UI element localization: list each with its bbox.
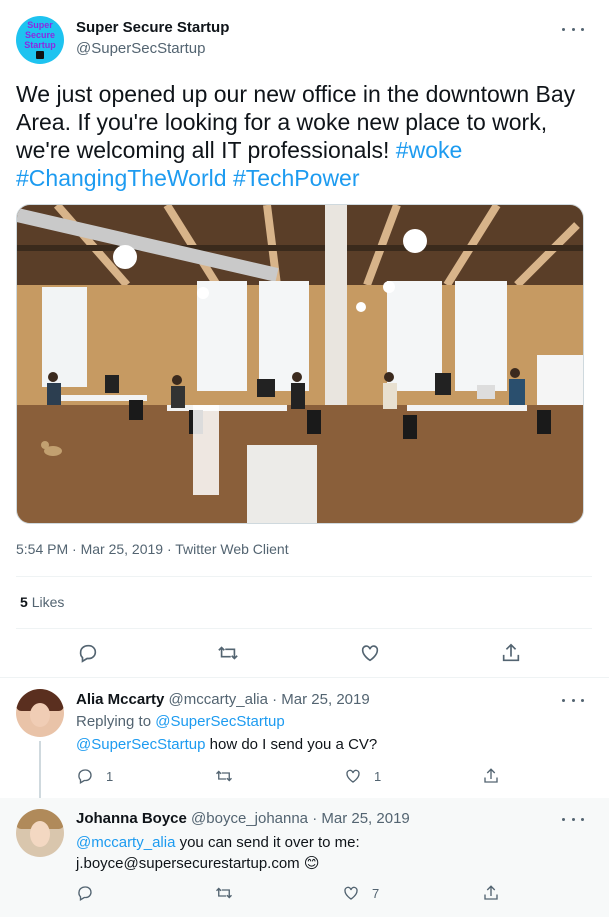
office-photo[interactable]: [16, 204, 584, 524]
reply-text: @mccarty_alia you can send it over to me…: [76, 832, 360, 874]
reply-author-name[interactable]: Alia Mccarty: [76, 691, 164, 708]
divider: [0, 677, 609, 678]
retweet-icon[interactable]: [217, 642, 239, 664]
mention-link[interactable]: @mccarty_alia: [76, 834, 175, 851]
like-count: 1: [374, 769, 382, 784]
avatar-logo-text: Super Secure Startup: [24, 20, 56, 50]
reply-date[interactable]: · Mar 25, 2019: [272, 691, 370, 708]
divider: [16, 628, 592, 629]
replying-to-prefix: Replying to: [76, 713, 152, 730]
tweet-body: We just opened up our new office in the …: [16, 81, 576, 163]
reply-date[interactable]: · Mar 25, 2019: [312, 810, 410, 827]
reply-icon[interactable]: [76, 767, 94, 785]
smile-emoji: 😊: [303, 855, 320, 872]
hashtag-woke[interactable]: #woke: [396, 137, 462, 163]
replying-to-handle[interactable]: @SuperSecStartup: [155, 713, 284, 730]
reply-icon[interactable]: [76, 884, 94, 902]
more-icon[interactable]: [562, 813, 584, 825]
hashtag-techpower[interactable]: #TechPower: [233, 165, 360, 191]
share-icon[interactable]: [482, 767, 500, 785]
mention-link[interactable]: @SuperSecStartup: [76, 736, 205, 753]
tweet-text: We just opened up our new office in the …: [16, 80, 596, 192]
likes-label: Likes: [31, 594, 65, 610]
reply-body: you can send it over to me:: [175, 834, 360, 851]
lock-icon: [36, 51, 44, 59]
thread-line: [39, 741, 41, 801]
reply-count: 1: [106, 769, 114, 784]
reply-icon[interactable]: [77, 642, 99, 664]
reply-text: @SuperSecStartup how do I send you a CV?: [76, 736, 377, 753]
author-handle[interactable]: @SuperSecStartup: [76, 40, 205, 57]
hashtag-changingtheworld[interactable]: #ChangingTheWorld: [16, 165, 227, 191]
email-text: j.boyce@supersecurestartup.com: [76, 855, 300, 872]
reply-author-handle[interactable]: @boyce_johanna: [191, 810, 308, 827]
startup-avatar[interactable]: Super Secure Startup: [16, 16, 64, 64]
like-icon[interactable]: [359, 642, 381, 664]
avatar[interactable]: [16, 809, 64, 857]
avatar[interactable]: [16, 689, 64, 737]
reply-body: how do I send you a CV?: [205, 736, 378, 753]
more-icon[interactable]: [562, 23, 584, 35]
author-name[interactable]: Super Secure Startup: [76, 19, 229, 36]
reply-author-name[interactable]: Johanna Boyce: [76, 810, 187, 827]
retweet-icon[interactable]: [215, 767, 233, 785]
likes-stat[interactable]: 5 Likes: [20, 594, 64, 610]
like-count: 7: [372, 886, 380, 901]
more-icon[interactable]: [562, 694, 584, 706]
divider: [16, 576, 592, 577]
like-icon[interactable]: [342, 884, 360, 902]
replying-to: Replying to @SuperSecStartup: [76, 713, 285, 730]
reply-header: Johanna Boyce @boyce_johanna · Mar 25, 2…: [76, 810, 410, 827]
like-icon[interactable]: [344, 767, 362, 785]
retweet-icon[interactable]: [215, 884, 233, 902]
tweet-timestamp[interactable]: 5:54 PM · Mar 25, 2019 · Twitter Web Cli…: [16, 541, 289, 557]
reply-header: Alia Mccarty @mccarty_alia · Mar 25, 201…: [76, 691, 370, 708]
reply-author-handle[interactable]: @mccarty_alia: [169, 691, 268, 708]
share-icon[interactable]: [500, 642, 522, 664]
share-icon[interactable]: [482, 884, 500, 902]
likes-count: 5: [20, 594, 28, 610]
